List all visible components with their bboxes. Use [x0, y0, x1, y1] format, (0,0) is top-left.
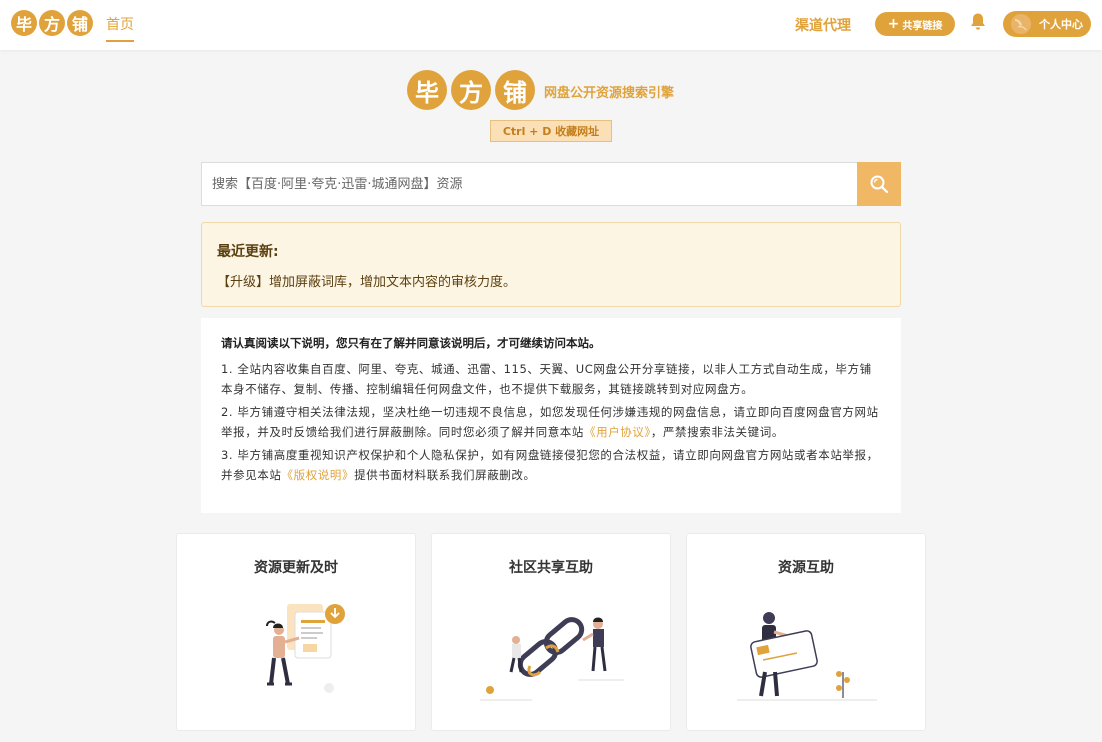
logo-char: 方	[39, 10, 65, 36]
feature-card-community: 社区共享互助	[431, 533, 671, 731]
bell-icon[interactable]	[969, 12, 987, 32]
feature-card-help: 资源互助	[686, 533, 926, 731]
disclaimer-heading: 请认真阅读以下说明，您只有在了解并同意该说明后，才可继续访问本站。	[221, 336, 601, 350]
disclaimer-paragraph-1: 1. 全站内容收集自百度、阿里、夸克、城通、迅雷、115、天翼、UC网盘公开分享…	[221, 362, 872, 396]
plus-icon: +	[887, 16, 900, 32]
card-payment-illustration	[737, 612, 877, 701]
disclaimer-paragraph-2: 2. 毕方铺遵守相关法律法规，坚决杜绝一切违规不良信息，如您发现任何涉嫌违规的网…	[221, 403, 881, 442]
avatar-icon	[1011, 14, 1031, 34]
card-title: 资源更新及时	[254, 560, 338, 576]
chain-link-illustration	[480, 617, 624, 701]
card-title: 资源互助	[778, 560, 834, 576]
search-input[interactable]	[201, 162, 857, 206]
notice-text: 【升级】增加屏蔽词库，增加文本内容的审核力度。	[217, 275, 517, 290]
disclaimer-paragraph-3: 3. 毕方铺高度重视知识产权保护和个人隐私保护，如有网盘链接侵犯您的合法权益，请…	[221, 446, 881, 485]
share-link-button[interactable]: + 共享链接	[875, 12, 955, 36]
notice-title: 最近更新:	[217, 244, 279, 260]
user-center-label: 个人中心	[1039, 18, 1083, 31]
update-notice: 最近更新: 【升级】增加屏蔽词库，增加文本内容的审核力度。	[201, 222, 901, 307]
logo-char: 毕	[11, 10, 37, 36]
card-title: 社区共享互助	[509, 560, 593, 576]
document-update-illustration	[266, 604, 345, 693]
channel-agent-link[interactable]: 渠道代理	[795, 15, 851, 35]
disclaimer-panel: 请认真阅读以下说明，您只有在了解并同意该说明后，才可继续访问本站。 1. 全站内…	[201, 318, 901, 513]
site-logo[interactable]: 毕 方 铺	[11, 10, 93, 36]
logo-char: 铺	[67, 10, 93, 36]
top-navbar: 毕 方 铺 首页 渠道代理 + 共享链接 个人中心	[0, 0, 1102, 50]
user-center-button[interactable]: 个人中心	[1003, 11, 1091, 37]
disclaimer-text: 提供书面材料联系我们屏蔽删改。	[354, 467, 536, 482]
search-button[interactable]	[857, 162, 901, 206]
user-agreement-link[interactable]: 《用户协议》	[584, 425, 651, 439]
search-icon	[870, 175, 889, 194]
hero-logo-char: 方	[451, 70, 491, 110]
hero-logo: 毕 方 铺	[407, 70, 535, 110]
bookmark-hotkey-badge: Ctrl + D 收藏网址	[490, 120, 612, 142]
feature-card-updates: 资源更新及时	[176, 533, 416, 731]
share-link-label: 共享链接	[902, 20, 943, 32]
copyright-notice-link[interactable]: 《版权说明》	[282, 468, 355, 482]
nav-home-link[interactable]: 首页	[106, 14, 134, 42]
search-bar	[201, 162, 901, 206]
hero-logo-char: 铺	[495, 70, 535, 110]
hero-logo-char: 毕	[407, 70, 447, 110]
hero-slogan: 网盘公开资源搜索引擎	[544, 86, 675, 101]
disclaimer-text: ，严禁搜索非法关键词。	[650, 424, 784, 439]
